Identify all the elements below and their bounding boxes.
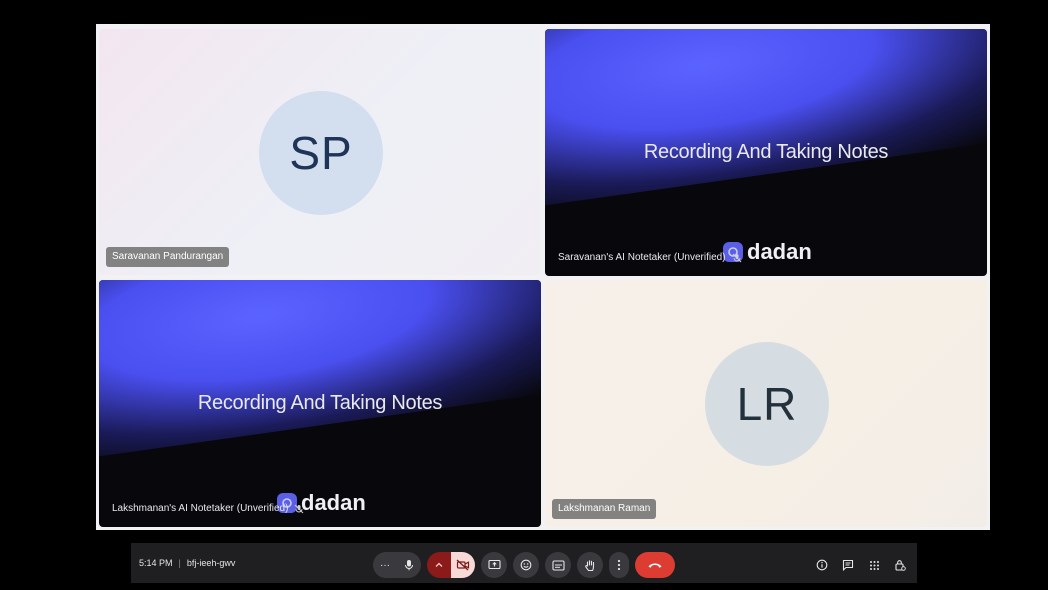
reactions-button[interactable] — [513, 552, 539, 578]
host-controls-button[interactable] — [887, 552, 913, 578]
activities-icon — [869, 560, 880, 571]
participant-name-row: Saravanan's AI Notetaker (Unverified) — [552, 248, 748, 268]
host-controls-icon — [894, 559, 906, 571]
audio-options-button[interactable]: ··· — [373, 552, 397, 578]
gradient-glow — [545, 29, 987, 211]
mic-off-icon — [732, 253, 742, 263]
more-options-button[interactable] — [609, 552, 629, 578]
camera-options-button[interactable] — [427, 552, 451, 578]
separator: | — [178, 558, 181, 568]
video-grid: SP Saravanan Pandurangan Recording And T… — [96, 24, 990, 530]
participant-tile-lakshmanan[interactable]: LR Lakshmanan Raman — [545, 280, 987, 527]
meeting-code[interactable]: bfj-ieeh-gwv — [187, 558, 236, 568]
participant-tile-lakshmanan-notetaker[interactable]: Recording And Taking Notes dadan Lakshma… — [99, 280, 541, 527]
present-screen-button[interactable] — [481, 552, 507, 578]
call-controls: ··· — [373, 552, 681, 578]
chat-icon — [842, 559, 854, 571]
participant-tile-saravanan-notetaker[interactable]: Recording And Taking Notes dadan Saravan… — [545, 29, 987, 276]
end-call-icon — [647, 561, 663, 569]
present-screen-icon — [487, 559, 501, 571]
side-panel-controls — [809, 552, 913, 578]
emoji-icon — [520, 559, 532, 571]
participant-name: Lakshmanan's AI Notetaker (Unverified) — [112, 503, 289, 514]
end-call-button[interactable] — [635, 552, 675, 578]
mic-off-icon — [294, 504, 304, 514]
recording-headline: Recording And Taking Notes — [643, 141, 889, 163]
activities-button[interactable] — [861, 552, 887, 578]
camera-toggle-button[interactable] — [451, 552, 475, 578]
audio-control-group: ··· — [373, 552, 421, 578]
chevron-up-icon — [435, 561, 443, 569]
meeting-time: 5:14 PM — [139, 558, 173, 568]
brand-name: dadan — [747, 239, 812, 264]
more-horizontal-icon: ··· — [380, 559, 390, 571]
meeting-toolbar: 5:14 PM | bfj-ieeh-gwv ··· — [131, 543, 917, 583]
camera-control-group — [427, 552, 475, 578]
participant-name: Saravanan's AI Notetaker (Unverified) — [558, 252, 726, 263]
recording-headline: Recording And Taking Notes — [197, 392, 443, 414]
captions-icon — [551, 559, 565, 571]
participant-name: Lakshmanan Raman — [552, 499, 657, 519]
meeting-details-button[interactable] — [809, 552, 835, 578]
avatar: LR — [705, 342, 829, 466]
meeting-info: 5:14 PM | bfj-ieeh-gwv — [139, 543, 235, 583]
microphone-icon — [403, 559, 415, 571]
more-options-icon — [617, 559, 621, 571]
raise-hand-icon — [584, 559, 596, 572]
gradient-glow — [99, 280, 541, 462]
participant-name: Saravanan Pandurangan — [106, 247, 230, 267]
info-icon — [816, 559, 828, 571]
participant-tile-saravanan[interactable]: SP Saravanan Pandurangan — [99, 29, 540, 275]
captions-button[interactable] — [545, 552, 571, 578]
avatar: SP — [259, 91, 383, 215]
brand-name: dadan — [301, 490, 366, 515]
microphone-button[interactable] — [397, 552, 421, 578]
chat-button[interactable] — [835, 552, 861, 578]
camera-off-icon — [456, 559, 470, 571]
participant-name-row: Lakshmanan's AI Notetaker (Unverified) — [106, 499, 310, 519]
raise-hand-button[interactable] — [577, 552, 603, 578]
